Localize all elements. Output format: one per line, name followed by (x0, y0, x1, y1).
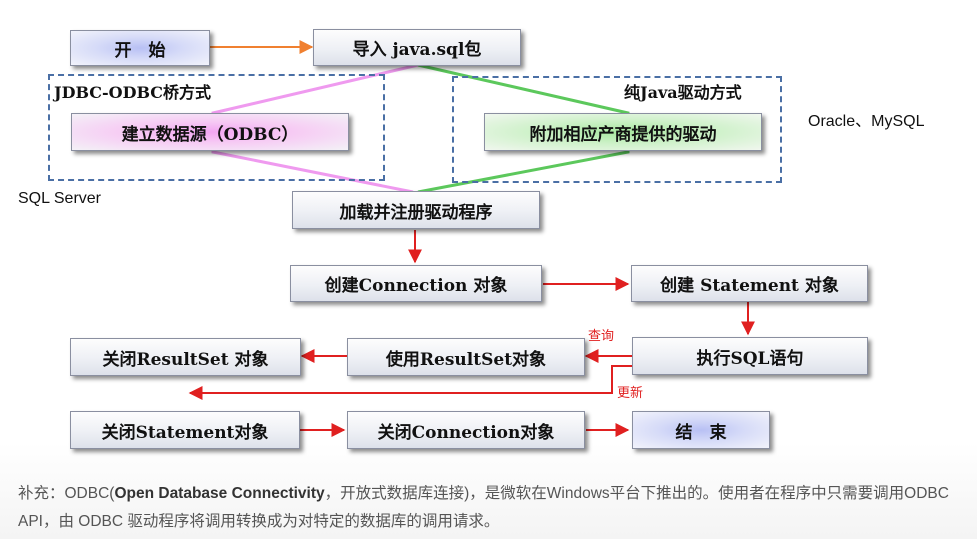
node-close-statement: 关闭Statement对象 (70, 411, 300, 449)
node-odbc-data-source: 建立数据源（ODBC） (71, 113, 349, 151)
node-load-register-driver: 加载并注册驱动程序 (292, 191, 540, 229)
node-create-statement: 创建 Statement 对象 (631, 265, 868, 302)
node-use-resultset: 使用ResultSet对象 (347, 338, 585, 376)
edge-label-query: 查询 (588, 328, 615, 343)
footnote-bold: Open Database Connectivity (114, 485, 325, 502)
node-end: 结 束 (632, 411, 770, 449)
group-jdbc-odbc-label: JDBC-ODBC桥方式 (54, 83, 212, 102)
label-sql-server: SQL Server (18, 190, 101, 207)
footnote: 补充：ODBC(Open Database Connectivity，开放式数据… (18, 480, 963, 536)
node-close-connection: 关闭Connection对象 (347, 411, 585, 449)
group-pure-java-label: 纯Java驱动方式 (624, 83, 742, 102)
node-execute-sql: 执行SQL语句 (632, 337, 868, 375)
node-import-java-sql: 导入 java.sql包 (313, 29, 521, 66)
footnote-prefix: 补充：ODBC( (18, 485, 115, 502)
node-create-connection: 创建Connection 对象 (290, 265, 542, 302)
node-vendor-driver: 附加相应产商提供的驱动 (484, 113, 762, 151)
node-start: 开 始 (70, 30, 210, 66)
label-oracle-mysql: Oracle、MySQL (808, 113, 925, 130)
edge-label-update: 更新 (617, 385, 644, 400)
node-close-resultset: 关闭ResultSet 对象 (70, 338, 301, 376)
